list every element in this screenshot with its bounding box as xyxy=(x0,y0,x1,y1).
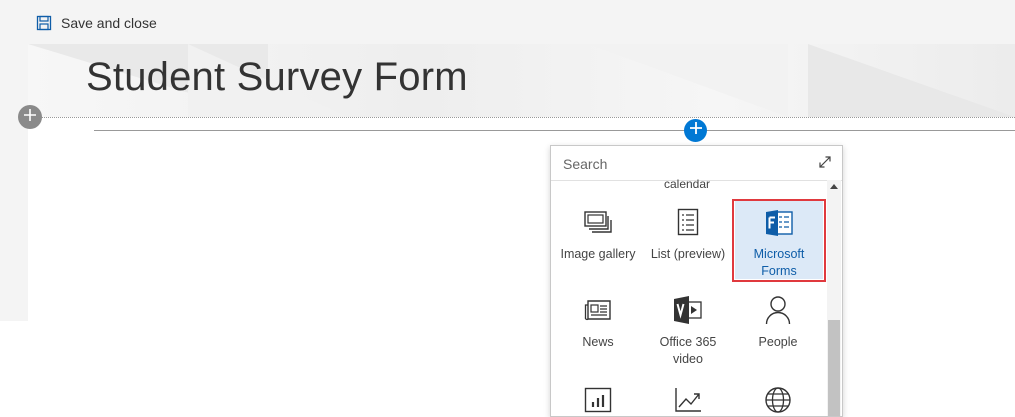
section-divider xyxy=(28,117,1015,118)
image-gallery-icon xyxy=(556,206,640,238)
globe-icon xyxy=(736,384,820,416)
tile-label: List (preview) xyxy=(650,247,726,261)
bar-chart-icon xyxy=(556,384,640,416)
save-and-close-label: Save and close xyxy=(61,15,157,31)
tile-partial-globe[interactable] xyxy=(736,372,820,416)
news-icon xyxy=(556,294,640,326)
save-and-close-button[interactable]: Save and close xyxy=(36,12,157,34)
tile-news[interactable]: News xyxy=(556,284,640,370)
list-icon xyxy=(646,206,730,238)
microsoft-forms-icon xyxy=(735,207,823,239)
picker-search-row xyxy=(551,146,842,181)
people-icon xyxy=(736,294,820,326)
save-icon xyxy=(36,15,52,31)
tile-list-preview[interactable]: List (preview) xyxy=(646,196,730,282)
plus-icon xyxy=(23,108,37,127)
tile-label: Image gallery xyxy=(560,247,636,261)
plus-icon xyxy=(689,121,703,140)
tile-microsoft-forms[interactable]: Microsoft Forms xyxy=(735,201,823,279)
tile-office-365-video[interactable]: Office 365 video xyxy=(646,284,730,370)
office-365-video-icon xyxy=(646,294,730,326)
picker-scrollbar[interactable] xyxy=(827,180,841,416)
tile-people[interactable]: People xyxy=(736,284,820,370)
scrollbar-thumb[interactable] xyxy=(828,320,840,416)
tile-label: Office 365 video xyxy=(659,335,717,366)
expand-icon[interactable] xyxy=(817,154,833,175)
page-title[interactable]: Student Survey Form xyxy=(86,55,468,100)
add-webpart-button[interactable] xyxy=(684,119,707,142)
tile-partial-chart[interactable] xyxy=(556,372,640,416)
webpart-picker: calendar Image gallery List (preview) xyxy=(550,145,843,417)
left-gutter xyxy=(0,44,28,321)
webpart-insert-line xyxy=(94,130,1015,131)
trend-icon xyxy=(646,384,730,416)
tile-image-gallery[interactable]: Image gallery xyxy=(556,196,640,282)
tile-label: Microsoft Forms xyxy=(753,247,805,278)
tile-partial-trend[interactable] xyxy=(646,372,730,416)
command-bar: Save and close xyxy=(0,0,1015,44)
tile-label: People xyxy=(758,335,798,349)
tile-label: News xyxy=(582,335,614,349)
add-section-button[interactable] xyxy=(18,105,42,129)
search-input[interactable] xyxy=(561,152,805,176)
scroll-up-icon[interactable] xyxy=(830,184,838,189)
partial-tile-label: calendar xyxy=(663,177,711,191)
